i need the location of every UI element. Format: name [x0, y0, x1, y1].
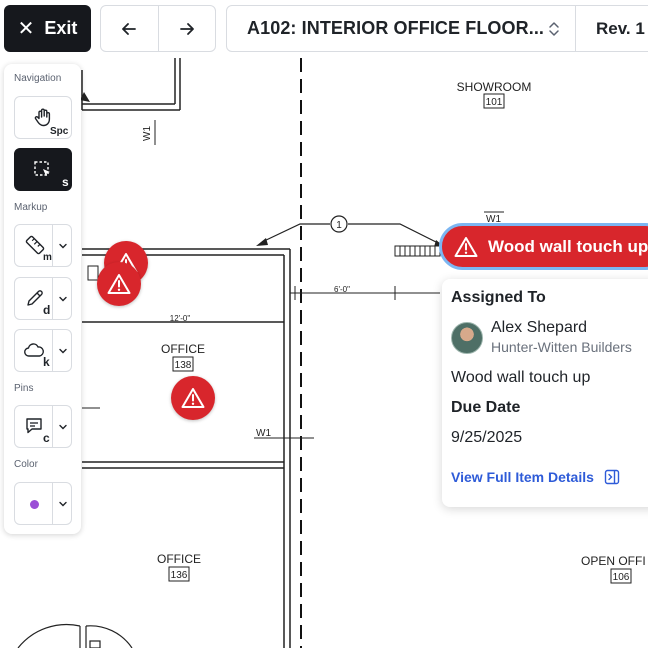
- select-shortcut: s: [62, 175, 69, 189]
- hand-icon: [34, 108, 51, 127]
- cloud-tool-button[interactable]: k: [14, 329, 72, 372]
- sheet-selector[interactable]: A102: INTERIOR OFFICE FLOOR...: [226, 5, 576, 52]
- dimension-label: 12'-0": [170, 314, 191, 323]
- sheet-title: A102: INTERIOR OFFICE FLOOR...: [247, 18, 545, 38]
- chevron-down-icon[interactable]: [58, 499, 68, 509]
- assignee-company: Hunter-Witten Builders: [491, 339, 632, 355]
- issue-title: Wood wall touch up: [488, 236, 648, 256]
- chevron-down-icon[interactable]: [58, 346, 68, 356]
- issue-description: Wood wall touch up: [451, 369, 591, 386]
- chevron-down-icon[interactable]: [58, 294, 68, 304]
- due-date-value: 9/25/2025: [451, 429, 523, 446]
- warning-icon: [181, 388, 205, 408]
- room-number: 136: [171, 570, 188, 581]
- room-name: OFFICE: [157, 552, 201, 566]
- issue-pin[interactable]: [171, 376, 215, 420]
- color-picker-button[interactable]: [14, 482, 72, 525]
- pan-tool-button[interactable]: Spc: [14, 96, 72, 139]
- select-tool-button[interactable]: s: [14, 148, 72, 191]
- comment-shortcut: c: [43, 431, 50, 445]
- warning-icon: [454, 236, 478, 257]
- close-icon: ✕: [17, 18, 35, 40]
- due-date-label: Due Date: [451, 399, 521, 416]
- markup-section-label: Markup: [14, 202, 48, 213]
- arrow-right-icon: [179, 22, 194, 35]
- cloud-shortcut: k: [43, 355, 50, 369]
- dimension-label: 6'-0": [334, 285, 350, 294]
- grid-marker: 1: [336, 220, 342, 231]
- color-section-label: Color: [14, 459, 38, 470]
- selected-issue-pin[interactable]: Wood wall touch up: [439, 223, 648, 270]
- assignee-name: Alex Shepard: [491, 319, 588, 336]
- next-sheet-button[interactable]: [157, 6, 216, 51]
- top-bar: ✕ Exit A102: INTERIOR OFFICE FLOOR... Re…: [0, 0, 648, 58]
- comment-icon: [26, 418, 42, 434]
- cloud-icon: [24, 343, 45, 357]
- room-number: 138: [175, 360, 192, 371]
- color-swatch: [30, 500, 39, 509]
- draw-shortcut: d: [43, 303, 51, 317]
- draw-tool-button[interactable]: d: [14, 277, 72, 320]
- navigation-section-label: Navigation: [14, 73, 62, 84]
- wall-tag: W1: [142, 126, 153, 141]
- room-name: SHOWROOM: [457, 80, 532, 94]
- wall-tag: W1: [256, 428, 271, 439]
- arrow-left-icon: [122, 22, 137, 35]
- assignee: Alex Shepard Hunter-Witten Builders: [451, 319, 648, 355]
- pins-section-label: Pins: [14, 383, 34, 394]
- selection-icon: [34, 161, 50, 176]
- chevron-down-icon[interactable]: [58, 422, 68, 432]
- exit-button[interactable]: ✕ Exit: [4, 5, 91, 52]
- warning-icon: [107, 274, 131, 294]
- room-number: 106: [613, 572, 630, 583]
- view-details-link[interactable]: View Full Item Details: [451, 469, 648, 485]
- room-name: OFFICE: [161, 342, 205, 356]
- issue-detail-card: Assigned To Alex Shepard Hunter-Witten B…: [442, 279, 648, 507]
- revision-label: Rev. 1: [596, 18, 645, 38]
- room-name: OPEN OFFI: [581, 554, 646, 568]
- issue-pin[interactable]: [97, 262, 141, 306]
- pan-shortcut: Spc: [50, 126, 69, 137]
- revision-selector[interactable]: Rev. 1: [576, 5, 648, 52]
- assigned-to-label: Assigned To: [451, 289, 546, 306]
- view-details-label: View Full Item Details: [451, 469, 594, 485]
- avatar: [451, 322, 483, 354]
- comment-pin-button[interactable]: c: [14, 405, 72, 448]
- measure-shortcut: m: [43, 252, 52, 263]
- sheet-navigation: [100, 5, 216, 52]
- open-panel-icon: [604, 469, 620, 485]
- previous-sheet-button[interactable]: [101, 6, 158, 51]
- exit-label: Exit: [44, 18, 78, 38]
- chevron-down-icon[interactable]: [58, 241, 68, 251]
- chevron-updown-icon: [549, 21, 559, 36]
- room-number: 101: [486, 97, 503, 108]
- markup-toolbar: Navigation Spc s Markup m d k Pins c Col…: [4, 64, 81, 534]
- measure-tool-button[interactable]: m: [14, 224, 72, 267]
